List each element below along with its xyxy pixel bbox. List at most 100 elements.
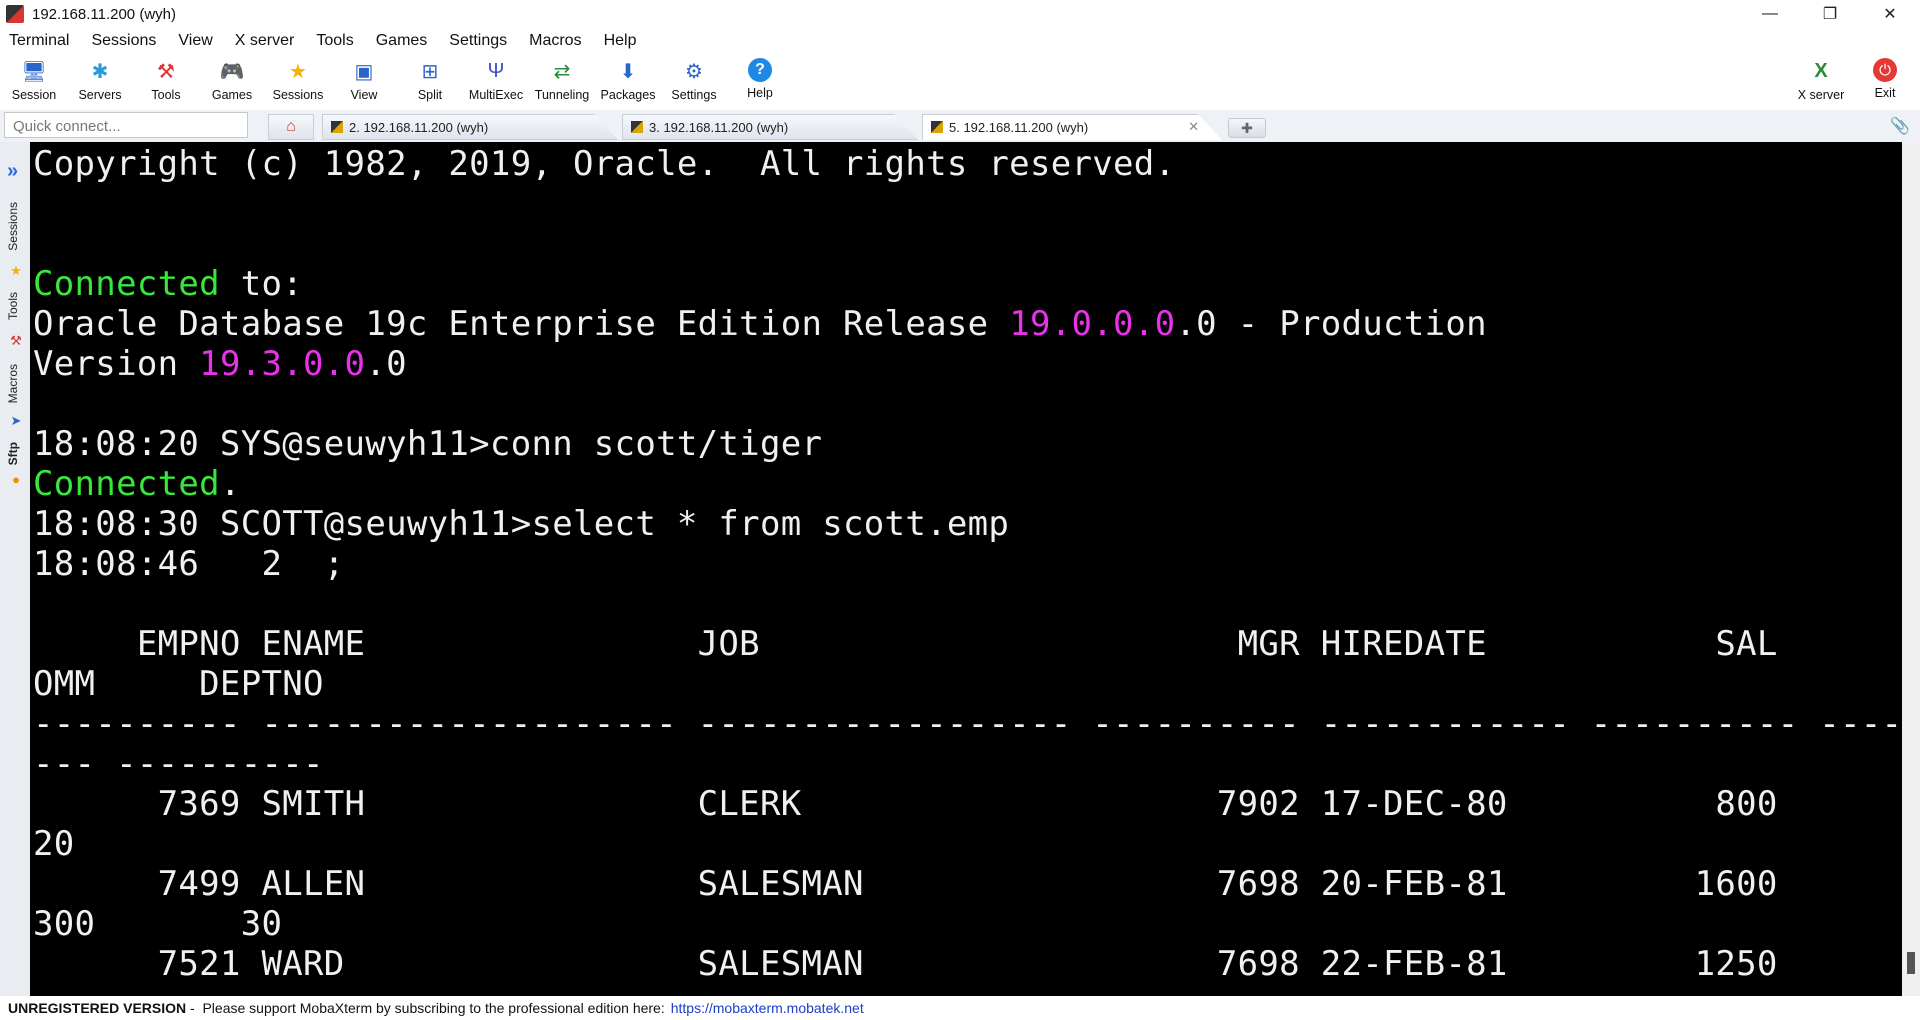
multiexec-label: MultiExec	[468, 88, 524, 102]
table-row: 7369 SMITH CLERK 7902 17-DEC-80 800	[33, 784, 1778, 824]
side-panel: » Sessions ★ Tools ⚒ Macros ➤ Sftp ●	[0, 142, 30, 996]
session-icon: 🖥	[21, 60, 47, 83]
table-header-line-2: OMM DEPTNO	[33, 664, 324, 704]
menu-sessions[interactable]: Sessions	[91, 32, 156, 50]
games-label: Games	[211, 88, 253, 102]
star-icon: ★	[289, 60, 307, 83]
games-button[interactable]: 🎮 Games	[199, 56, 265, 108]
settings-button[interactable]: ⚙ Settings	[661, 56, 727, 108]
x-server-label: X server	[1797, 88, 1845, 102]
exit-label: Exit	[1874, 86, 1896, 100]
menu-games[interactable]: Games	[376, 32, 428, 50]
window-title: 192.168.11.200 (wyh)	[32, 5, 176, 23]
view-button[interactable]: ▣ View	[331, 56, 397, 108]
servers-button[interactable]: ✱ Servers	[67, 56, 133, 108]
close-tab-icon[interactable]: ✕	[1188, 119, 1199, 135]
packages-label: Packages	[600, 88, 656, 102]
tab-label: 3. 192.168.11.200 (wyh)	[649, 119, 789, 135]
sidebar-tab-sessions[interactable]: Sessions	[6, 202, 20, 251]
exit-button[interactable]: ⏻ Exit	[1852, 56, 1918, 108]
status-bar: UNREGISTERED VERSION - Please support Mo…	[0, 996, 1920, 1020]
restore-button[interactable]: ❐	[1800, 0, 1860, 28]
unregistered-label: UNREGISTERED VERSION	[8, 1000, 187, 1016]
minimize-button[interactable]: —	[1740, 0, 1800, 28]
tunneling-button[interactable]: ⇄ Tunneling	[529, 56, 595, 108]
mobaxterm-link[interactable]: https://mobaxterm.mobatek.net	[671, 1000, 864, 1016]
terminal-tab-icon	[631, 121, 643, 133]
home-tab[interactable]: ⌂	[268, 114, 314, 140]
table-row: 7499 ALLEN SALESMAN 7698 20-FEB-81 1600	[33, 864, 1778, 904]
servers-icon: ✱	[91, 60, 109, 83]
tab-session-5[interactable]: 5. 192.168.11.200 (wyh) ✕	[922, 114, 1222, 140]
quick-connect-box[interactable]	[4, 112, 248, 138]
tab-label: 2. 192.168.11.200 (wyh)	[349, 119, 489, 135]
sessions-button[interactable]: ★ Sessions	[265, 56, 331, 108]
tools-button[interactable]: ⚒ Tools	[133, 56, 199, 108]
games-icon: 🎮	[219, 60, 245, 83]
sidebar-tab-macros[interactable]: Macros	[6, 364, 20, 403]
tunneling-icon: ⇄	[553, 60, 571, 83]
table-row: 7521 WARD SALESMAN 7698 22-FEB-81 1250	[33, 944, 1778, 984]
session-button[interactable]: 🖥 Session	[1, 56, 67, 108]
terminal-line-db-version: Oracle Database 19c Enterprise Edition R…	[33, 304, 1487, 344]
close-button[interactable]: ✕	[1860, 0, 1920, 28]
toolbar: 🖥 Session ✱ Servers ⚒ Tools 🎮 Games ★ Se…	[0, 54, 1920, 110]
packages-button[interactable]: ⬇ Packages	[595, 56, 661, 108]
menu-x-server[interactable]: X server	[235, 32, 295, 50]
help-button[interactable]: ? Help	[727, 56, 793, 108]
split-label: Split	[417, 88, 443, 102]
terminal-output[interactable]: Copyright (c) 1982, 2019, Oracle. All ri…	[30, 142, 1902, 996]
settings-icon: ⚙	[685, 60, 703, 83]
terminal-line-copyright: Copyright (c) 1982, 2019, Oracle. All ri…	[33, 144, 1176, 184]
split-button[interactable]: ⊞ Split	[397, 56, 463, 108]
multiexec-icon: Ψ	[487, 59, 505, 82]
title-bar: 192.168.11.200 (wyh) — ❐ ✕	[0, 0, 1920, 28]
attachment-icon[interactable]: 📎	[1890, 116, 1910, 136]
table-row-wrap: 300 30	[33, 904, 283, 944]
plus-icon: ✚	[1241, 119, 1253, 136]
terminal-line-connected: Connected to:	[33, 264, 304, 304]
help-label: Help	[747, 86, 773, 100]
table-separator-line-2: --- ----------	[33, 744, 324, 784]
split-icon: ⊞	[421, 60, 439, 83]
quick-connect-input[interactable]	[11, 114, 245, 138]
xserver-icon: X	[1814, 59, 1828, 82]
sidebar-tab-sftp[interactable]: Sftp	[6, 442, 20, 465]
terminal-line-connected2: Connected.	[33, 464, 241, 504]
menu-bar: Terminal Sessions View X server Tools Ga…	[0, 28, 1920, 54]
terminal-line-conn: 18:08:20 SYS@seuwyh11>conn scott/tiger	[33, 424, 823, 464]
power-icon: ⏻	[1873, 58, 1897, 82]
sidebar-tab-tools[interactable]: Tools	[6, 292, 20, 320]
menu-tools[interactable]: Tools	[316, 32, 353, 50]
view-icon: ▣	[354, 60, 374, 83]
tab-label: 5. 192.168.11.200 (wyh)	[949, 119, 1089, 135]
x-server-button[interactable]: X X server	[1788, 56, 1854, 108]
table-row-wrap: 20	[33, 824, 75, 864]
multiexec-button[interactable]: Ψ MultiExec	[463, 56, 529, 108]
menu-settings[interactable]: Settings	[449, 32, 507, 50]
tunneling-label: Tunneling	[534, 88, 590, 102]
tab-session-2[interactable]: 2. 192.168.11.200 (wyh)	[322, 114, 618, 140]
scrollbar-thumb[interactable]	[1907, 952, 1915, 974]
sessions-label: Sessions	[272, 88, 324, 102]
view-label: View	[350, 88, 378, 102]
support-message: - Please support MobaXterm by subscribin…	[186, 1000, 665, 1016]
expand-panel-icon[interactable]: »	[7, 160, 18, 183]
table-separator-line-1: ---------- -------------------- --------…	[33, 704, 1902, 744]
tools-icon: ⚒	[10, 333, 22, 348]
new-tab-button[interactable]: ✚	[1228, 118, 1266, 138]
menu-macros[interactable]: Macros	[529, 32, 581, 50]
menu-help[interactable]: Help	[604, 32, 637, 50]
tab-session-3[interactable]: 3. 192.168.11.200 (wyh)	[622, 114, 918, 140]
tools-label: Tools	[151, 88, 181, 102]
menu-terminal[interactable]: Terminal	[9, 32, 69, 50]
terminal-tab-icon	[331, 121, 343, 133]
tools-icon: ⚒	[157, 60, 175, 83]
table-header-line-1: EMPNO ENAME JOB MGR HIREDATE SAL C	[33, 624, 1902, 664]
menu-view[interactable]: View	[178, 32, 212, 50]
terminal-scrollbar[interactable]	[1902, 142, 1920, 996]
terminal-line-continuation: 18:08:46 2 ;	[33, 544, 345, 584]
home-icon: ⌂	[286, 118, 296, 135]
window-controls: — ❐ ✕	[1740, 0, 1920, 28]
session-label: Session	[11, 88, 57, 102]
